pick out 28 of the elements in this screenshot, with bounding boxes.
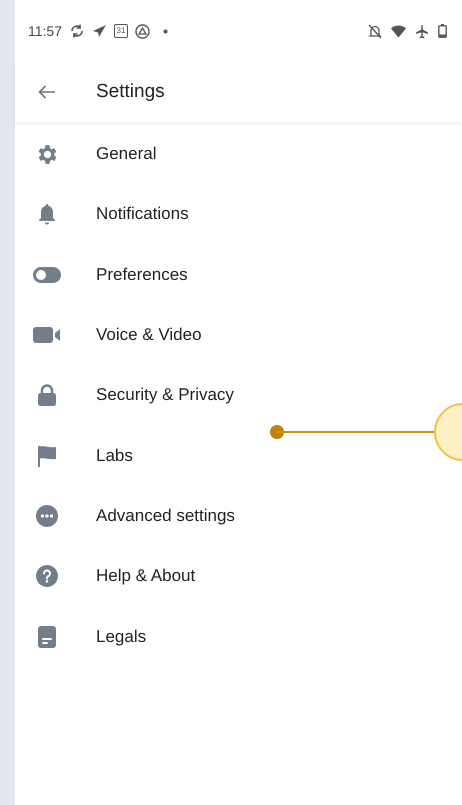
sync-icon — [69, 23, 85, 39]
airplane-icon — [415, 24, 429, 38]
muted-bell-icon — [368, 24, 382, 38]
settings-item[interactable]: Notifications — [96, 204, 189, 224]
settings-item[interactable]: Voice & Video — [96, 325, 202, 346]
annotation-marker — [434, 403, 462, 461]
document-icon — [38, 626, 56, 648]
clock-time: 11:57 — [28, 23, 62, 39]
settings-item[interactable]: Legals — [96, 626, 146, 647]
more-icon — [36, 504, 58, 527]
settings-item[interactable]: Security & Privacy — [96, 385, 234, 406]
settings-item[interactable]: Help & About — [96, 566, 196, 586]
settings-item[interactable]: Labs — [96, 446, 133, 466]
help-icon — [36, 565, 58, 588]
battery-icon — [438, 24, 447, 38]
settings-item[interactable]: Preferences — [96, 264, 188, 285]
toggle-icon — [33, 266, 61, 283]
dot-icon — [163, 28, 168, 34]
flag-icon — [37, 444, 57, 467]
send-icon — [92, 24, 107, 38]
video-camera-icon — [33, 327, 61, 344]
bell-icon — [37, 203, 57, 226]
padlock-icon — [38, 384, 56, 406]
settings-item[interactable]: Advanced settings — [96, 506, 235, 526]
calendar-icon: 31 — [114, 24, 128, 38]
page-title: Settings — [96, 81, 165, 103]
wifi-icon — [391, 24, 406, 38]
settings-item[interactable]: General — [96, 144, 156, 164]
